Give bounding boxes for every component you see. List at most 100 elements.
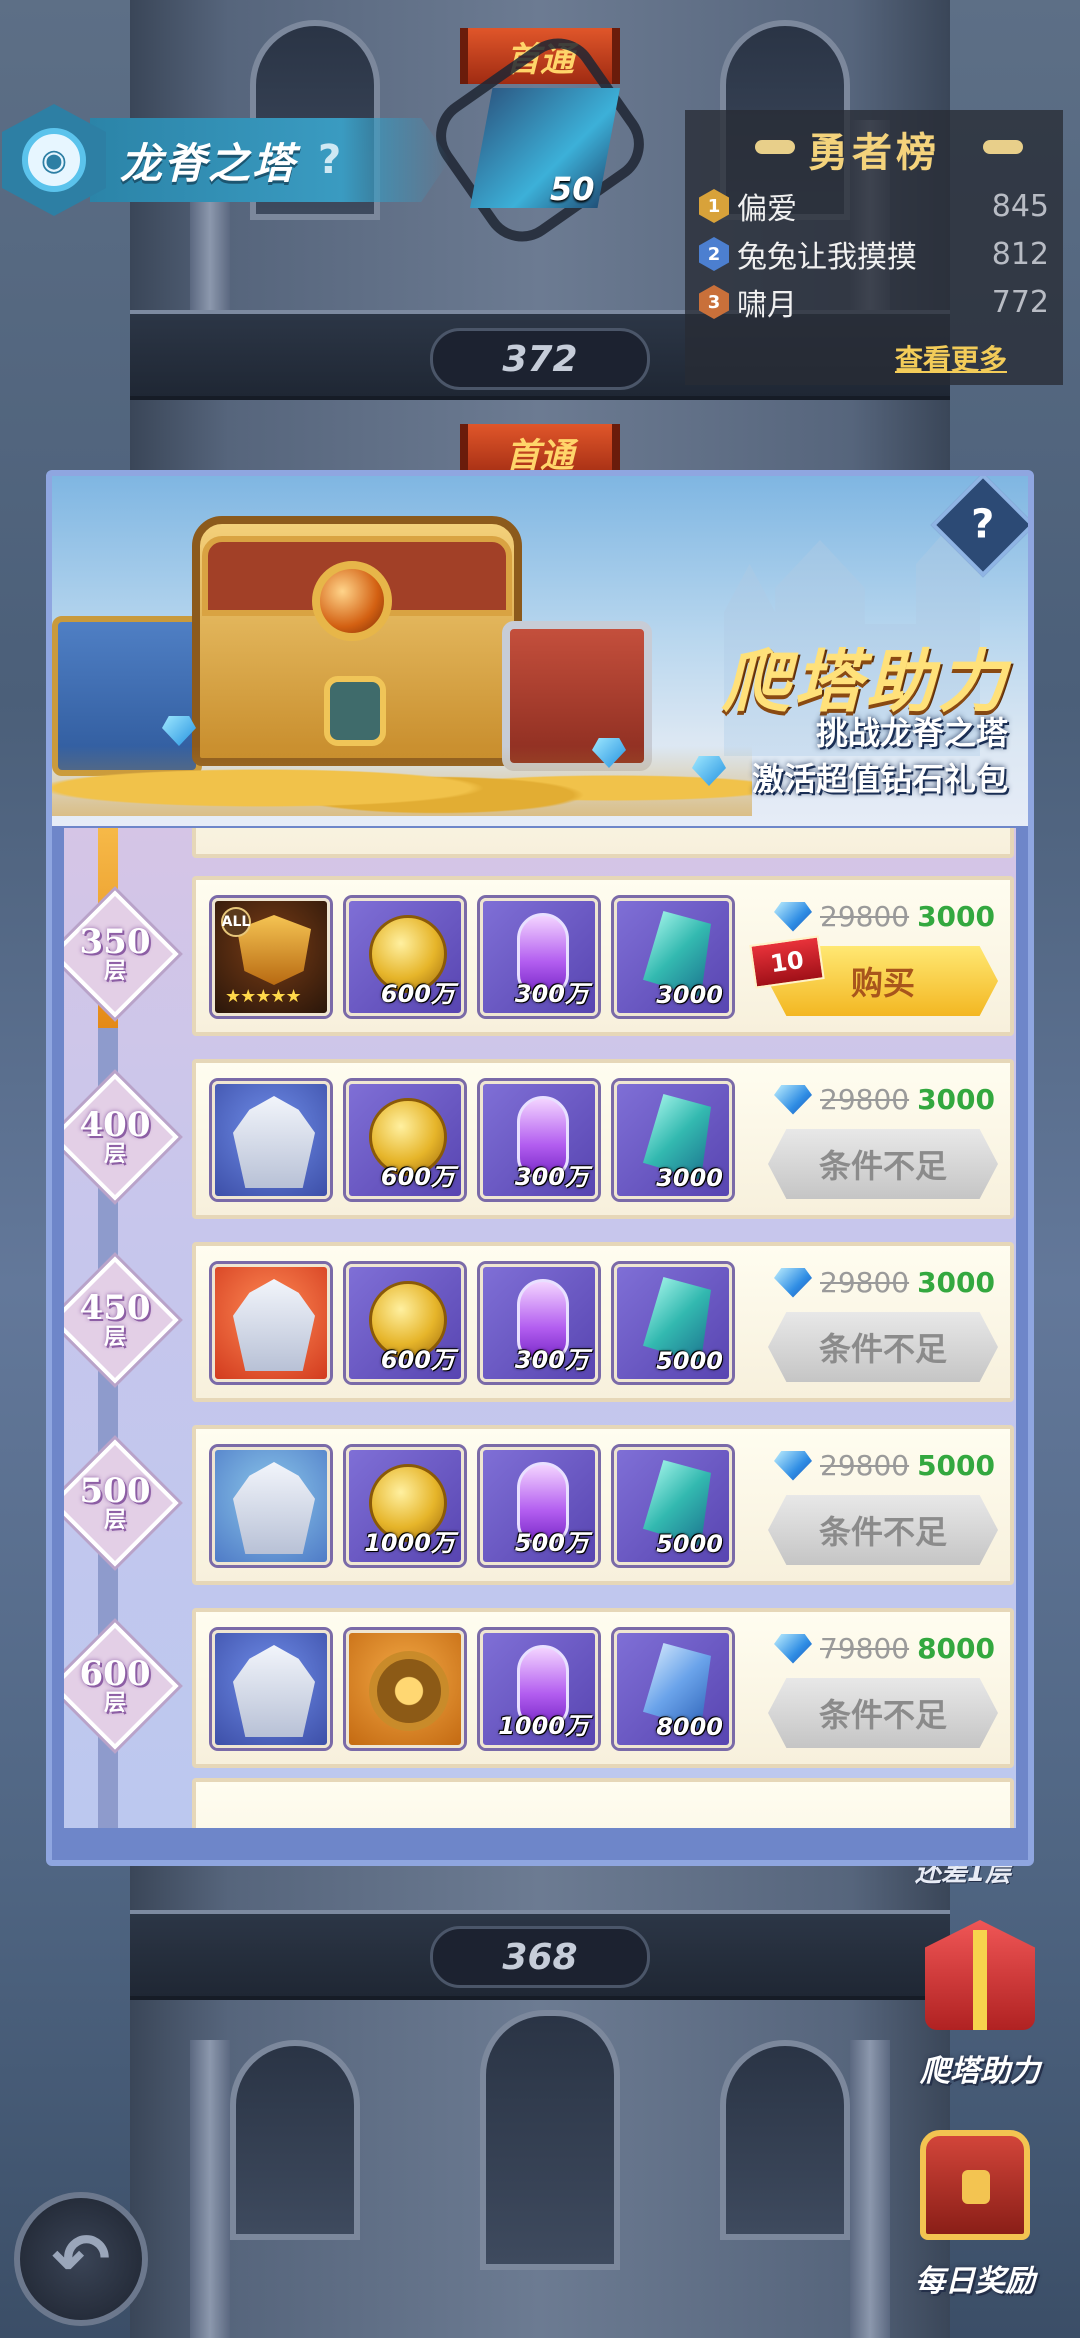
armor-icon xyxy=(233,1645,315,1737)
chest-lock-icon xyxy=(324,676,386,746)
diamond-icon xyxy=(774,1450,812,1481)
all-tag-icon: ALL xyxy=(221,907,251,937)
popup-subtitle-2: 激活超值钻石礼包 xyxy=(751,760,1008,798)
price-row: 29800 3000 xyxy=(774,1083,995,1116)
price-row: 29800 5000 xyxy=(774,1449,995,1482)
original-price: 29800 xyxy=(820,900,910,933)
condition-not-met-button[interactable]: 条件不足 xyxy=(768,1495,998,1565)
first-clear-reward-count: 50 xyxy=(550,170,595,208)
condition-not-met-button[interactable]: 条件不足 xyxy=(768,1312,998,1382)
reward-card: ALL ★★★★★ 600万 300万 3000 29800 3000 10 购买 xyxy=(192,876,1014,1036)
original-price: 29800 xyxy=(820,1266,910,1299)
reward-card: 1000万 500万 5000 29800 5000 条件不足 xyxy=(192,1425,1014,1585)
sale-price: 8000 xyxy=(917,1632,996,1665)
reward-item[interactable]: 300万 xyxy=(480,898,598,1016)
original-price: 79800 xyxy=(820,1632,910,1665)
diamond-icon xyxy=(774,901,812,932)
reward-item[interactable]: 600万 xyxy=(346,1081,464,1199)
hero-reward-item[interactable] xyxy=(212,1264,330,1382)
reward-item-quantity: 500万 xyxy=(514,1529,589,1557)
condition-not-met-button[interactable]: 条件不足 xyxy=(768,1129,998,1199)
reward-item-quantity: 3000 xyxy=(656,1164,723,1192)
climb-help-popup: ? 爬塔助力 挑战龙脊之塔 激活超值钻石礼包 350 层 ALL ★★★★★ 60… xyxy=(46,470,1034,1866)
tier-floor-number: 350 xyxy=(79,922,151,962)
condition-not-met-button[interactable]: 条件不足 xyxy=(768,1678,998,1748)
reward-item[interactable]: 5000 xyxy=(614,1447,732,1565)
reward-item[interactable] xyxy=(346,1630,464,1748)
reward-item-quantity: 1000万 xyxy=(364,1529,455,1557)
reward-card-partial xyxy=(192,828,1014,858)
tier-floor-unit: 层 xyxy=(103,958,126,984)
sale-price: 3000 xyxy=(917,1266,996,1299)
sale-price: 5000 xyxy=(917,1449,996,1482)
reward-item[interactable]: 8000 xyxy=(614,1630,732,1748)
hero-reward-item[interactable] xyxy=(212,1630,330,1748)
tier-floor-label: 350 层 xyxy=(70,909,160,999)
tower-arch xyxy=(720,2040,850,2240)
leaderboard-row[interactable]: 1 偏爱 845 xyxy=(699,182,1049,230)
amulet-icon xyxy=(369,1651,449,1731)
gift-ribbon xyxy=(973,1930,987,2030)
leaderboard-name: 偏爱 xyxy=(737,192,797,227)
hero-reward-item[interactable] xyxy=(212,1447,330,1565)
reward-item[interactable]: 300万 xyxy=(480,1264,598,1382)
back-button[interactable]: ↶ xyxy=(14,2192,148,2326)
popup-subtitle-1: 挑战龙脊之塔 xyxy=(815,714,1008,752)
reward-item[interactable]: 600万 xyxy=(346,898,464,1016)
reward-item[interactable]: 1000万 xyxy=(480,1630,598,1748)
tier-floor-number: 450 xyxy=(79,1288,151,1328)
leaderboard-row[interactable]: 3 啸月 772 xyxy=(699,278,1049,326)
tier-floor-label: 500 层 xyxy=(70,1458,160,1548)
daily-reward-button[interactable]: 每日奖励 xyxy=(900,2130,1050,2300)
tower-title: 龙脊之塔 xyxy=(120,138,297,188)
price-row: 29800 3000 xyxy=(774,1266,995,1299)
reward-item[interactable]: 300万 xyxy=(480,1081,598,1199)
leaderboard-name: 兔兔让我摸摸 xyxy=(737,240,917,275)
leaderboard-row[interactable]: 2 兔兔让我摸摸 812 xyxy=(699,230,1049,278)
climb-help-label: 爬塔助力 xyxy=(920,2054,1040,2089)
reward-item[interactable]: 5000 xyxy=(614,1264,732,1382)
back-arrow-icon: ↶ xyxy=(51,2218,111,2300)
leaderboard-title: 勇者榜 xyxy=(808,129,940,176)
reward-card: 1000万 8000 79800 8000 条件不足 xyxy=(192,1608,1014,1768)
reward-item[interactable]: 600万 xyxy=(346,1264,464,1382)
leaderboard-score: 772 xyxy=(991,284,1049,320)
price-row: 79800 8000 xyxy=(774,1632,995,1665)
reward-item-quantity: 300万 xyxy=(514,1163,589,1191)
title-banner: 龙脊之塔 ? ◉ xyxy=(0,100,460,220)
popup-header: ? 爬塔助力 挑战龙脊之塔 激活超值钻石礼包 xyxy=(52,476,1028,826)
reward-item[interactable]: 500万 xyxy=(480,1447,598,1565)
climb-help-button[interactable]: 爬塔助力 xyxy=(905,1920,1055,2090)
title-help-icon[interactable]: ? xyxy=(318,137,341,183)
tier-floor-label: 400 层 xyxy=(70,1092,160,1182)
hero-reward-item[interactable]: ALL ★★★★★ xyxy=(212,898,330,1016)
leaderboard-score: 812 xyxy=(991,236,1049,272)
diamond-icon xyxy=(774,1633,812,1664)
reward-tier-list[interactable]: 350 层 ALL ★★★★★ 600万 300万 3000 29800 3000… xyxy=(64,828,1016,1828)
reward-card: 600万 300万 5000 29800 3000 条件不足 xyxy=(192,1242,1014,1402)
reward-item[interactable]: 3000 xyxy=(614,898,732,1016)
tower-arch xyxy=(230,2040,360,2240)
diamond-icon xyxy=(774,1267,812,1298)
tier-floor-unit: 层 xyxy=(103,1507,126,1533)
reward-item-quantity: 1000万 xyxy=(498,1712,589,1740)
tier-floor-unit: 层 xyxy=(103,1324,126,1350)
sale-price: 3000 xyxy=(917,900,996,933)
hero-reward-item[interactable] xyxy=(212,1081,330,1199)
tier-floor-number: 600 xyxy=(79,1654,151,1694)
leaderboard-score: 845 xyxy=(991,188,1049,224)
original-price: 29800 xyxy=(820,1083,910,1116)
tower-pillar xyxy=(850,2040,890,2338)
reward-item-quantity: 5000 xyxy=(656,1530,723,1558)
reward-item-quantity: 300万 xyxy=(514,980,589,1008)
tower-pillar xyxy=(190,2040,230,2338)
first-clear-reward-icon[interactable] xyxy=(470,88,620,208)
tower-door[interactable] xyxy=(480,2010,620,2270)
tier-floor-label: 450 层 xyxy=(70,1275,160,1365)
reward-item-quantity: 600万 xyxy=(380,1346,455,1374)
reward-item-quantity: 3000 xyxy=(656,981,723,1009)
sale-price: 3000 xyxy=(917,1083,996,1116)
reward-item[interactable]: 3000 xyxy=(614,1081,732,1199)
reward-item[interactable]: 1000万 xyxy=(346,1447,464,1565)
leaderboard-more-link[interactable]: 查看更多 xyxy=(895,338,1007,378)
